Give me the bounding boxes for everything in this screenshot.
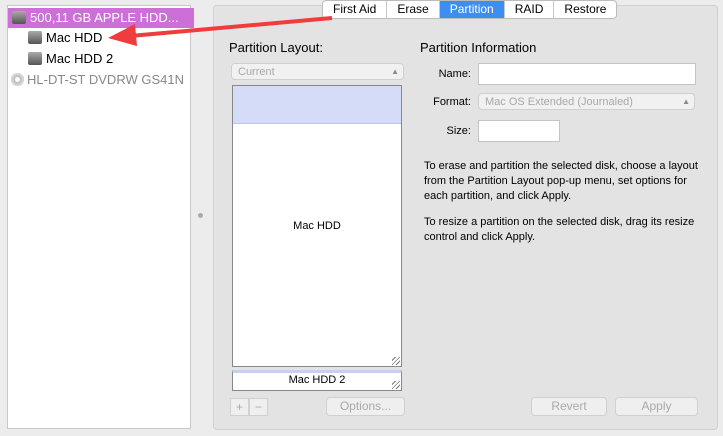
red-arrow-annotation [108, 16, 333, 46]
